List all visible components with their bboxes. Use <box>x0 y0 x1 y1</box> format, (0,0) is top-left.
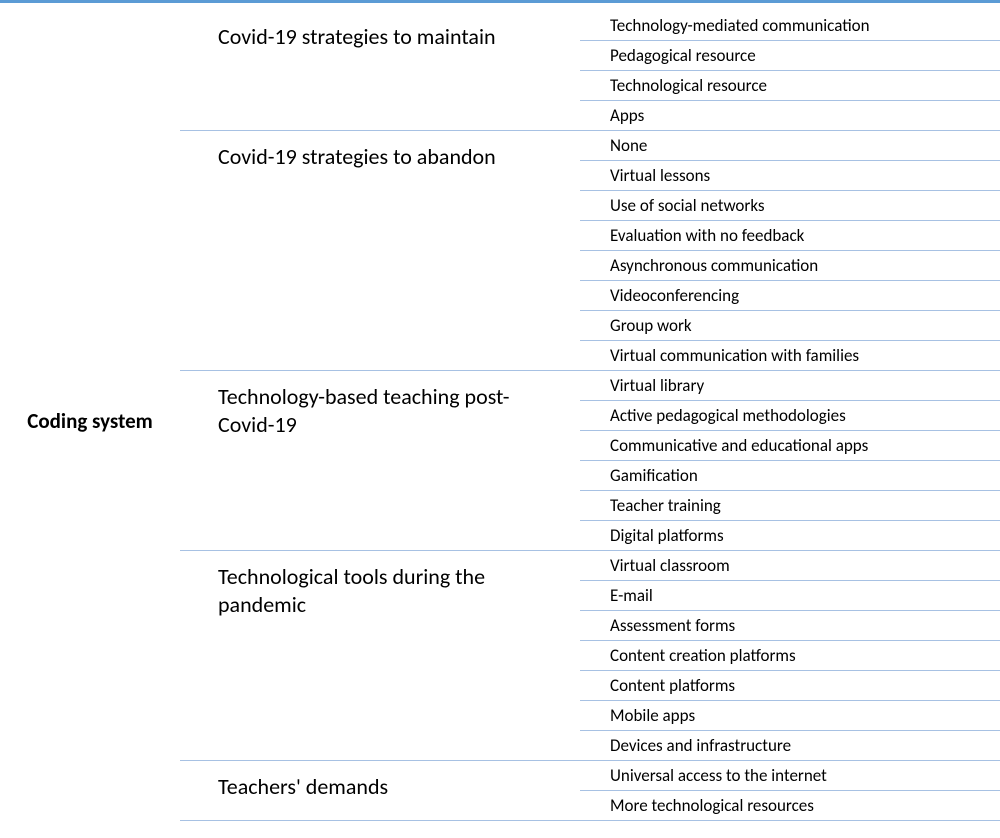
category-row: Teachers' demands Universal access to th… <box>180 760 1000 821</box>
item: Apps <box>580 100 1000 130</box>
items-column: Universal access to the internet More te… <box>580 761 1000 820</box>
category-row: Covid-19 strategies to maintain Technolo… <box>180 11 1000 130</box>
item: Virtual lessons <box>580 160 1000 190</box>
item: Asynchronous communication <box>580 250 1000 280</box>
root-column: Coding system <box>0 3 180 838</box>
coding-system-diagram: Coding system Covid-19 strategies to mai… <box>0 0 1000 838</box>
item: Evaluation with no feedback <box>580 220 1000 250</box>
item: Videoconferencing <box>580 280 1000 310</box>
item: Gamification <box>580 460 1000 490</box>
category-label: Technology-based teaching post-Covid-19 <box>180 371 580 550</box>
item: None <box>580 131 1000 160</box>
items-column: Technology-mediated communication Pedago… <box>580 11 1000 130</box>
category-label: Technological tools during the pandemic <box>180 551 580 760</box>
item: Virtual communication with families <box>580 340 1000 370</box>
category-row: Covid-19 strategies to abandon None Virt… <box>180 130 1000 370</box>
item: Digital platforms <box>580 520 1000 550</box>
categories-column: Covid-19 strategies to maintain Technolo… <box>180 3 1000 838</box>
item: More technological resources <box>580 790 1000 820</box>
item: E-mail <box>580 580 1000 610</box>
category-label: Covid-19 strategies to abandon <box>180 131 580 370</box>
item: Content creation platforms <box>580 640 1000 670</box>
item: Teacher training <box>580 490 1000 520</box>
category-row: Technological tools during the pandemic … <box>180 550 1000 760</box>
category-label: Covid-19 strategies to maintain <box>180 11 580 130</box>
item: Virtual classroom <box>580 551 1000 580</box>
item: Technological resource <box>580 70 1000 100</box>
category-row: Technology-based teaching post-Covid-19 … <box>180 370 1000 550</box>
item: Content platforms <box>580 670 1000 700</box>
item: Group work <box>580 310 1000 340</box>
item: Virtual library <box>580 371 1000 400</box>
item: Technology-mediated communication <box>580 11 1000 40</box>
root-label: Coding system <box>27 408 153 434</box>
items-column: Virtual library Active pedagogical metho… <box>580 371 1000 550</box>
item: Communicative and educational apps <box>580 430 1000 460</box>
item: Pedagogical resource <box>580 40 1000 70</box>
item: Universal access to the internet <box>580 761 1000 790</box>
item: Devices and infrastructure <box>580 730 1000 760</box>
item: Active pedagogical methodologies <box>580 400 1000 430</box>
item: Assessment forms <box>580 610 1000 640</box>
item: Use of social networks <box>580 190 1000 220</box>
item: Mobile apps <box>580 700 1000 730</box>
category-label: Teachers' demands <box>180 761 580 820</box>
items-column: None Virtual lessons Use of social netwo… <box>580 131 1000 370</box>
items-column: Virtual classroom E-mail Assessment form… <box>580 551 1000 760</box>
